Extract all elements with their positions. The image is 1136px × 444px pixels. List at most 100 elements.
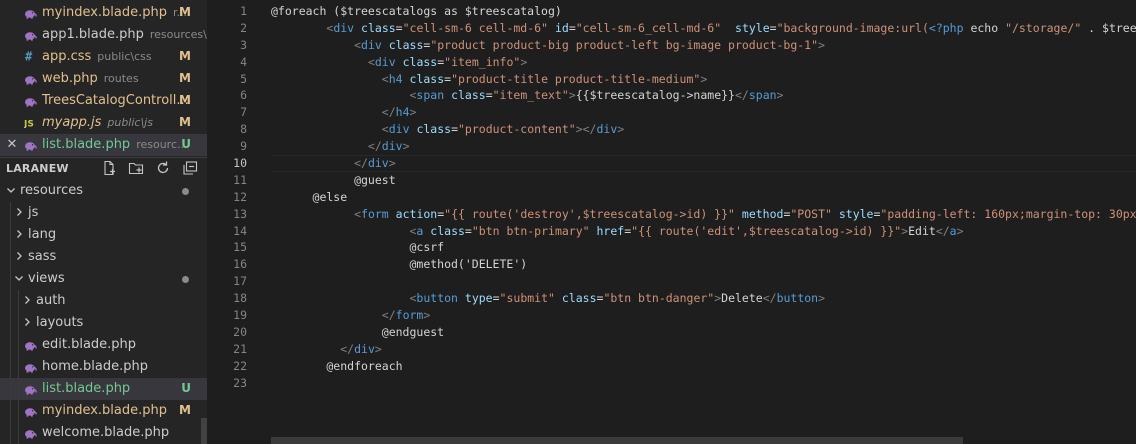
code-line[interactable]: </form>	[271, 307, 1136, 324]
tree-folder-item[interactable]: auth	[0, 290, 207, 312]
line-number: 23	[233, 375, 247, 390]
code-token: <	[354, 206, 362, 221]
code-line[interactable]: @foreach ($treescatalogs as $treescatalo…	[271, 3, 1136, 20]
code-token: "btn btn-primary"	[471, 223, 590, 238]
code-token: </	[734, 88, 749, 103]
code-token: div	[333, 20, 355, 35]
open-editor-item[interactable]: JS myapp.js public\js M	[0, 112, 207, 134]
code-token: >	[818, 291, 826, 306]
new-folder-icon[interactable]	[128, 160, 146, 178]
chevron-right-icon[interactable]	[14, 250, 24, 262]
git-status-badge: M	[179, 115, 191, 129]
code-line[interactable]	[271, 273, 1136, 290]
tree-folder-item[interactable]: resources	[0, 180, 207, 202]
tree-folder-item[interactable]: layouts	[0, 312, 207, 334]
code-line[interactable]	[271, 375, 1136, 392]
indent-guide	[18, 356, 19, 378]
chevron-right-icon[interactable]	[14, 206, 24, 218]
code-token: href	[596, 223, 625, 238]
code-line[interactable]: @endguest	[271, 324, 1136, 341]
code-line[interactable]: @endforeach	[271, 358, 1136, 375]
code-line[interactable]: </div>	[271, 155, 1136, 172]
modified-dot-badge	[182, 276, 189, 283]
code-token: {{$treescatalog->name}}	[575, 88, 735, 103]
indent-guide	[10, 246, 11, 268]
php-elephant-icon	[24, 406, 37, 417]
new-file-icon[interactable]	[101, 160, 119, 178]
chevron-right-icon[interactable]	[14, 228, 24, 240]
code-line[interactable]: <h4 class="product-title product-title-m…	[271, 71, 1136, 88]
refresh-icon[interactable]	[155, 160, 173, 178]
tree-item-label: myindex.blade.php	[42, 403, 168, 418]
chevron-down-icon[interactable]	[6, 184, 16, 196]
tree-folder-item[interactable]: lang	[0, 224, 207, 246]
open-editor-name: app.css public\css	[42, 49, 152, 64]
code-line[interactable]: @csrf	[271, 239, 1136, 256]
open-editor-item[interactable]: TreesCatalogControll... M	[0, 90, 207, 112]
tree-file-item[interactable]: welcome.blade.php	[0, 422, 207, 444]
git-status-badge: M	[179, 403, 191, 417]
collapse-all-icon[interactable]	[182, 160, 200, 178]
open-editor-path: resourc...	[136, 138, 188, 151]
line-number: 22	[233, 358, 247, 373]
git-status-badge: M	[179, 71, 191, 85]
code-line[interactable]: @else	[271, 189, 1136, 206]
chevron-right-icon[interactable]	[22, 294, 32, 306]
open-editor-item[interactable]: web.php routes M	[0, 68, 207, 90]
open-editor-item[interactable]: myindex.blade.php r... M	[0, 2, 207, 24]
code-area[interactable]: @foreach ($treescatalogs as $treescatalo…	[271, 3, 1136, 391]
code-line[interactable]: </h4>	[271, 104, 1136, 121]
tree-file-item[interactable]: myindex.blade.php M	[0, 400, 207, 422]
code-line[interactable]: @method('DELETE')	[271, 256, 1136, 273]
close-icon[interactable]: ✕	[6, 137, 18, 152]
tree-file-item[interactable]: list.blade.php U	[0, 378, 207, 400]
code-line[interactable]: <button type="submit" class="btn btn-dan…	[271, 290, 1136, 307]
tree-folder-item[interactable]: views	[0, 268, 207, 290]
indent-guide	[18, 378, 19, 400]
code-line[interactable]: <div class="product-content"></div>	[271, 121, 1136, 138]
line-number: 19	[233, 308, 247, 323]
code-line[interactable]: <div class="product product-big product-…	[271, 37, 1136, 54]
indent-guide	[10, 356, 11, 378]
code-line[interactable]: </div>	[271, 341, 1136, 358]
code-line[interactable]: <div class="cell-sm-6 cell-md-6" id="cel…	[271, 20, 1136, 37]
code-token: <	[354, 37, 362, 52]
code-token: </	[381, 105, 396, 120]
code-editor[interactable]: 1 2 3 4 5 6 7 8 9 10 11 12 13 14 15 16 17 18 19 20 21 22 23 @f…	[207, 0, 1136, 444]
open-editor-item[interactable]: app1.blade.phpresources\v...	[0, 24, 207, 46]
code-token: <	[381, 71, 389, 86]
tree-file-item[interactable]: edit.blade.php	[0, 334, 207, 356]
code-token: "{{ route('destroy',$treescatalog->id) }…	[444, 206, 735, 221]
code-line[interactable]: <form action="{{ route('destroy',$treesc…	[271, 206, 1136, 223]
code-line[interactable]: <div class="item_info">	[271, 54, 1136, 71]
code-line[interactable]: <a class="btn btn-primary" href="{{ rout…	[271, 223, 1136, 240]
horizontal-scrollbar[interactable]	[271, 437, 963, 444]
open-editor-item[interactable]: # app.css public\css M	[0, 46, 207, 68]
open-editor-name: TreesCatalogControll...	[42, 93, 189, 108]
code-token: =	[769, 20, 777, 35]
code-token: </	[762, 291, 777, 306]
code-line[interactable]: <span class="item_text">{{$treescatalog-…	[271, 87, 1136, 104]
line-number: 14	[233, 223, 247, 238]
code-line[interactable]: </div>	[271, 138, 1136, 155]
code-token: h4	[388, 71, 403, 86]
chevron-right-icon[interactable]	[22, 316, 32, 328]
explorer-section-header[interactable]: LARANEW	[0, 157, 207, 179]
line-number: 1	[240, 4, 247, 18]
open-editor-item[interactable]: ✕ list.blade.php resourc... U	[0, 134, 207, 156]
tree-item-label: resources	[20, 183, 84, 198]
chevron-down-icon[interactable]	[14, 272, 24, 284]
tree-folder-item[interactable]: js	[0, 202, 207, 224]
tree-file-item[interactable]: home.blade.php	[0, 356, 207, 378]
code-line[interactable]: @guest	[271, 172, 1136, 189]
tree-folder-item[interactable]: sass	[0, 246, 207, 268]
code-token: >	[374, 341, 382, 356]
